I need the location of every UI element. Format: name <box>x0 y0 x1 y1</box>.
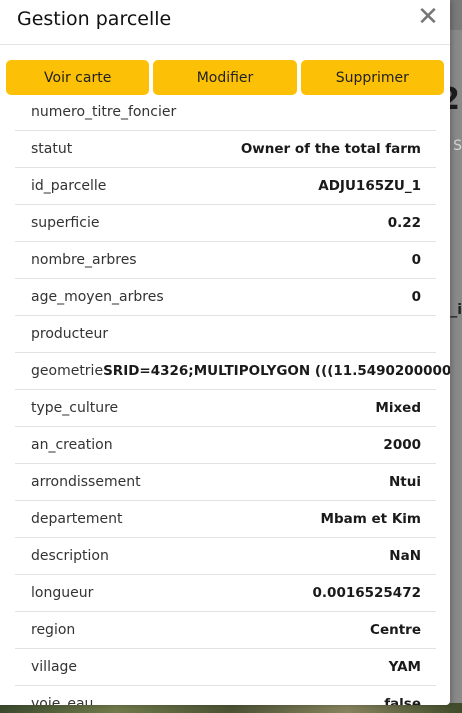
field-value: SRID=4326;MULTIPOLYGON (((11.54902000000… <box>103 363 450 379</box>
field-value: 0.22 <box>387 215 421 231</box>
close-icon[interactable]: ✕ <box>416 4 440 30</box>
table-row: description NaN <box>15 538 436 575</box>
field-key: age_moyen_arbres <box>31 289 164 305</box>
field-key: voie_eau <box>31 696 94 705</box>
field-value: false <box>384 696 421 705</box>
field-value: YAM <box>388 659 421 675</box>
view-map-button[interactable]: Voir carte <box>6 60 150 95</box>
field-value: Mixed <box>375 400 421 416</box>
field-key: longueur <box>31 585 94 601</box>
field-key: producteur <box>31 326 109 342</box>
table-row: an_creation 2000 <box>15 427 436 464</box>
field-value: 0 <box>411 252 421 268</box>
field-value: Ntui <box>389 474 421 490</box>
table-row: arrondissement Ntui <box>15 464 436 501</box>
table-row: departement Mbam et Kim <box>15 501 436 538</box>
field-key: superficie <box>31 215 100 231</box>
table-row: voie_eau false <box>15 686 436 705</box>
modal-title: Gestion parcelle <box>17 8 172 30</box>
table-row: numero_titre_foncier <box>15 94 436 131</box>
background-letter: S <box>453 138 462 154</box>
table-row: producteur <box>15 316 436 353</box>
field-key: numero_titre_foncier <box>31 104 177 120</box>
field-key: type_culture <box>31 400 119 416</box>
table-row: statut Owner of the total farm <box>15 131 436 168</box>
field-value: NaN <box>389 548 421 564</box>
field-value: ADJU165ZU_1 <box>318 178 421 194</box>
field-key: nombre_arbres <box>31 252 137 268</box>
table-row: village YAM <box>15 649 436 686</box>
table-row: id_parcelle ADJU165ZU_1 <box>15 168 436 205</box>
field-key: description <box>31 548 109 564</box>
field-value: Owner of the total farm <box>240 141 421 157</box>
field-value: Mbam et Kim <box>320 511 421 527</box>
parcel-modal: Gestion parcelle ✕ Voir carte Modifier S… <box>0 0 450 705</box>
field-key: region <box>31 622 76 638</box>
table-row: nombre_arbres 0 <box>15 242 436 279</box>
background-fragment: _i <box>450 302 462 318</box>
table-row: superficie 0.22 <box>15 205 436 242</box>
field-key: arrondissement <box>31 474 141 490</box>
field-value: 2000 <box>383 437 421 453</box>
action-buttons: Voir carte Modifier Supprimer <box>6 60 444 95</box>
field-key: id_parcelle <box>31 178 107 194</box>
table-row: longueur 0.0016525472 <box>15 575 436 612</box>
table-row: type_culture Mixed <box>15 390 436 427</box>
table-row: age_moyen_arbres 0 <box>15 279 436 316</box>
field-value: 0 <box>411 289 421 305</box>
field-key: geometrie <box>31 363 104 379</box>
delete-button[interactable]: Supprimer <box>300 60 444 95</box>
parcel-details-table: numero_titre_foncier statut Owner of the… <box>15 94 450 705</box>
field-key: departement <box>31 511 123 527</box>
modal-header: Gestion parcelle ✕ <box>0 0 450 45</box>
edit-button[interactable]: Modifier <box>153 60 297 95</box>
table-row: geometrie SRID=4326;MULTIPOLYGON (((11.5… <box>15 353 450 390</box>
field-key: statut <box>31 141 73 157</box>
field-value: Centre <box>370 622 421 638</box>
field-value: 0.0016525472 <box>312 585 421 601</box>
field-key: an_creation <box>31 437 113 453</box>
table-row: region Centre <box>15 612 436 649</box>
field-key: village <box>31 659 78 675</box>
